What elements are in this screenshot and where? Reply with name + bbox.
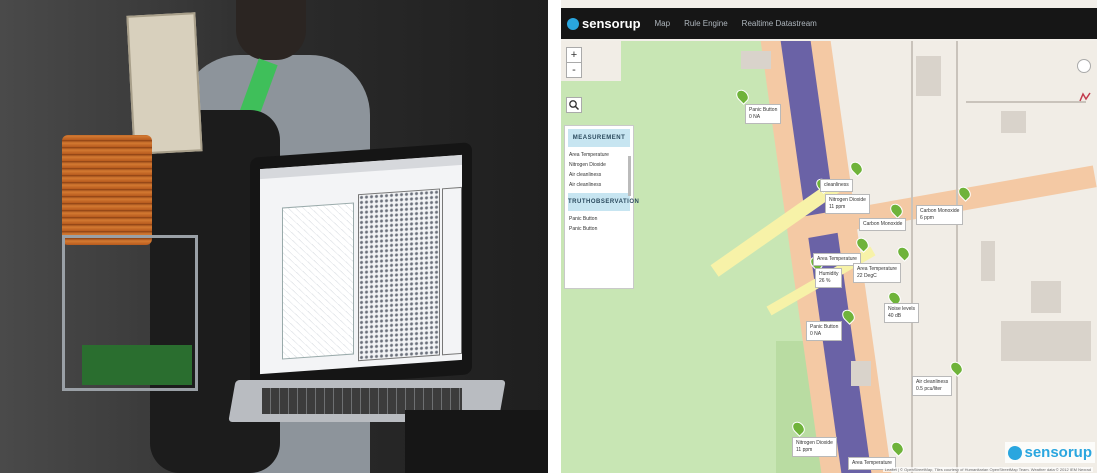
truthobservation-header: TRUTHOBSERVATION [568, 193, 639, 211]
map-attribution[interactable]: Leaflet | © OpenStreetMap, Tiles courtes… [882, 467, 1093, 472]
sensor-label[interactable]: Nitrogen Dioxide 11 ppm [792, 437, 837, 457]
building [1001, 321, 1091, 361]
sensor-label[interactable]: Panic Button 0 NA [745, 104, 782, 124]
sensorup-watermark: sensorup [1005, 442, 1095, 463]
hand [405, 410, 548, 473]
measurement-item[interactable]: Air cleanliness [565, 170, 633, 180]
truth-item[interactable]: Panic Button [565, 214, 633, 224]
copper-coil [62, 135, 152, 245]
sensor-label[interactable]: Noise levels 40 dB [884, 303, 919, 323]
zoom-out-button[interactable]: - [566, 62, 582, 78]
photo-panel [0, 0, 548, 473]
datastream-panel: MEASUREMENT Area Temperature Nitrogen Di… [564, 125, 639, 289]
search-icon [569, 100, 580, 111]
layers-button[interactable] [1077, 59, 1091, 73]
measurement-header: MEASUREMENT [568, 129, 630, 147]
laptop-screen [250, 142, 472, 390]
laptop-display [260, 154, 462, 375]
sensor-rig [62, 115, 212, 415]
sensor-label[interactable]: Air cleanliness 0.5 pcu/liter [912, 376, 953, 396]
floorplan-center [358, 188, 440, 362]
sensorup-logo-icon [1008, 445, 1023, 460]
sensor-label[interactable]: cleanliness [820, 179, 853, 192]
floorplan-left [282, 202, 354, 360]
truth-item[interactable]: Panic Button [565, 224, 633, 234]
sensor-label[interactable]: Panic Button 0 NA [806, 321, 843, 341]
street-line-2 [956, 41, 958, 473]
zoom-in-button[interactable]: + [566, 47, 582, 63]
chart-button[interactable] [1079, 90, 1091, 102]
map-marker-icon[interactable] [888, 439, 907, 457]
brand-name: sensorup [582, 16, 641, 31]
panel-scrollbar[interactable] [628, 156, 631, 196]
nav-realtime-datastream[interactable]: Realtime Datastream [742, 19, 817, 28]
sensorup-app: sensorup Map Rule Engine Realtime Datast… [561, 0, 1097, 473]
person-head [236, 0, 306, 60]
sensor-label[interactable]: Nitrogen Dioxide 11 ppm [825, 194, 870, 214]
park-area-north [621, 41, 771, 101]
nav-rule-engine[interactable]: Rule Engine [684, 19, 728, 28]
sensor-label[interactable]: Humidity 26 % [815, 268, 843, 288]
map-marker-icon[interactable] [894, 244, 913, 262]
search-button[interactable] [566, 97, 582, 113]
top-nav-bar: sensorup Map Rule Engine Realtime Datast… [561, 8, 1097, 39]
building [1001, 111, 1026, 133]
circuit-board [82, 345, 192, 385]
building [916, 56, 941, 96]
building [981, 241, 995, 281]
measurement-item[interactable]: Area Temperature [565, 150, 633, 160]
map-marker-icon[interactable] [847, 159, 866, 177]
brand-logo[interactable]: sensorup [567, 16, 641, 31]
sensorup-logo-icon [567, 17, 579, 30]
watermark-text: sensorup [1024, 444, 1092, 461]
sensor-label[interactable]: Carbon Monoxide [859, 218, 907, 231]
browser-bar [260, 154, 462, 180]
building [1031, 281, 1061, 313]
measurement-item[interactable]: Air cleanliness [565, 180, 633, 190]
building [851, 361, 871, 386]
sensor-label[interactable]: Area Temperature 22 DegC [853, 263, 901, 283]
street-line-1 [911, 41, 913, 473]
street-line-3 [966, 101, 1086, 103]
map-canvas[interactable]: + - MEASUREMENT Area Temperature Nitroge… [561, 41, 1097, 473]
chart-icon [1079, 92, 1091, 102]
measurement-item[interactable]: Nitrogen Dioxide [565, 160, 633, 170]
nav-map[interactable]: Map [655, 19, 671, 28]
building [741, 51, 771, 69]
sensor-label[interactable]: Carbon Monoxide 6 ppm [916, 205, 964, 225]
floorplan-right [442, 186, 462, 356]
map-marker-icon[interactable] [947, 359, 966, 377]
